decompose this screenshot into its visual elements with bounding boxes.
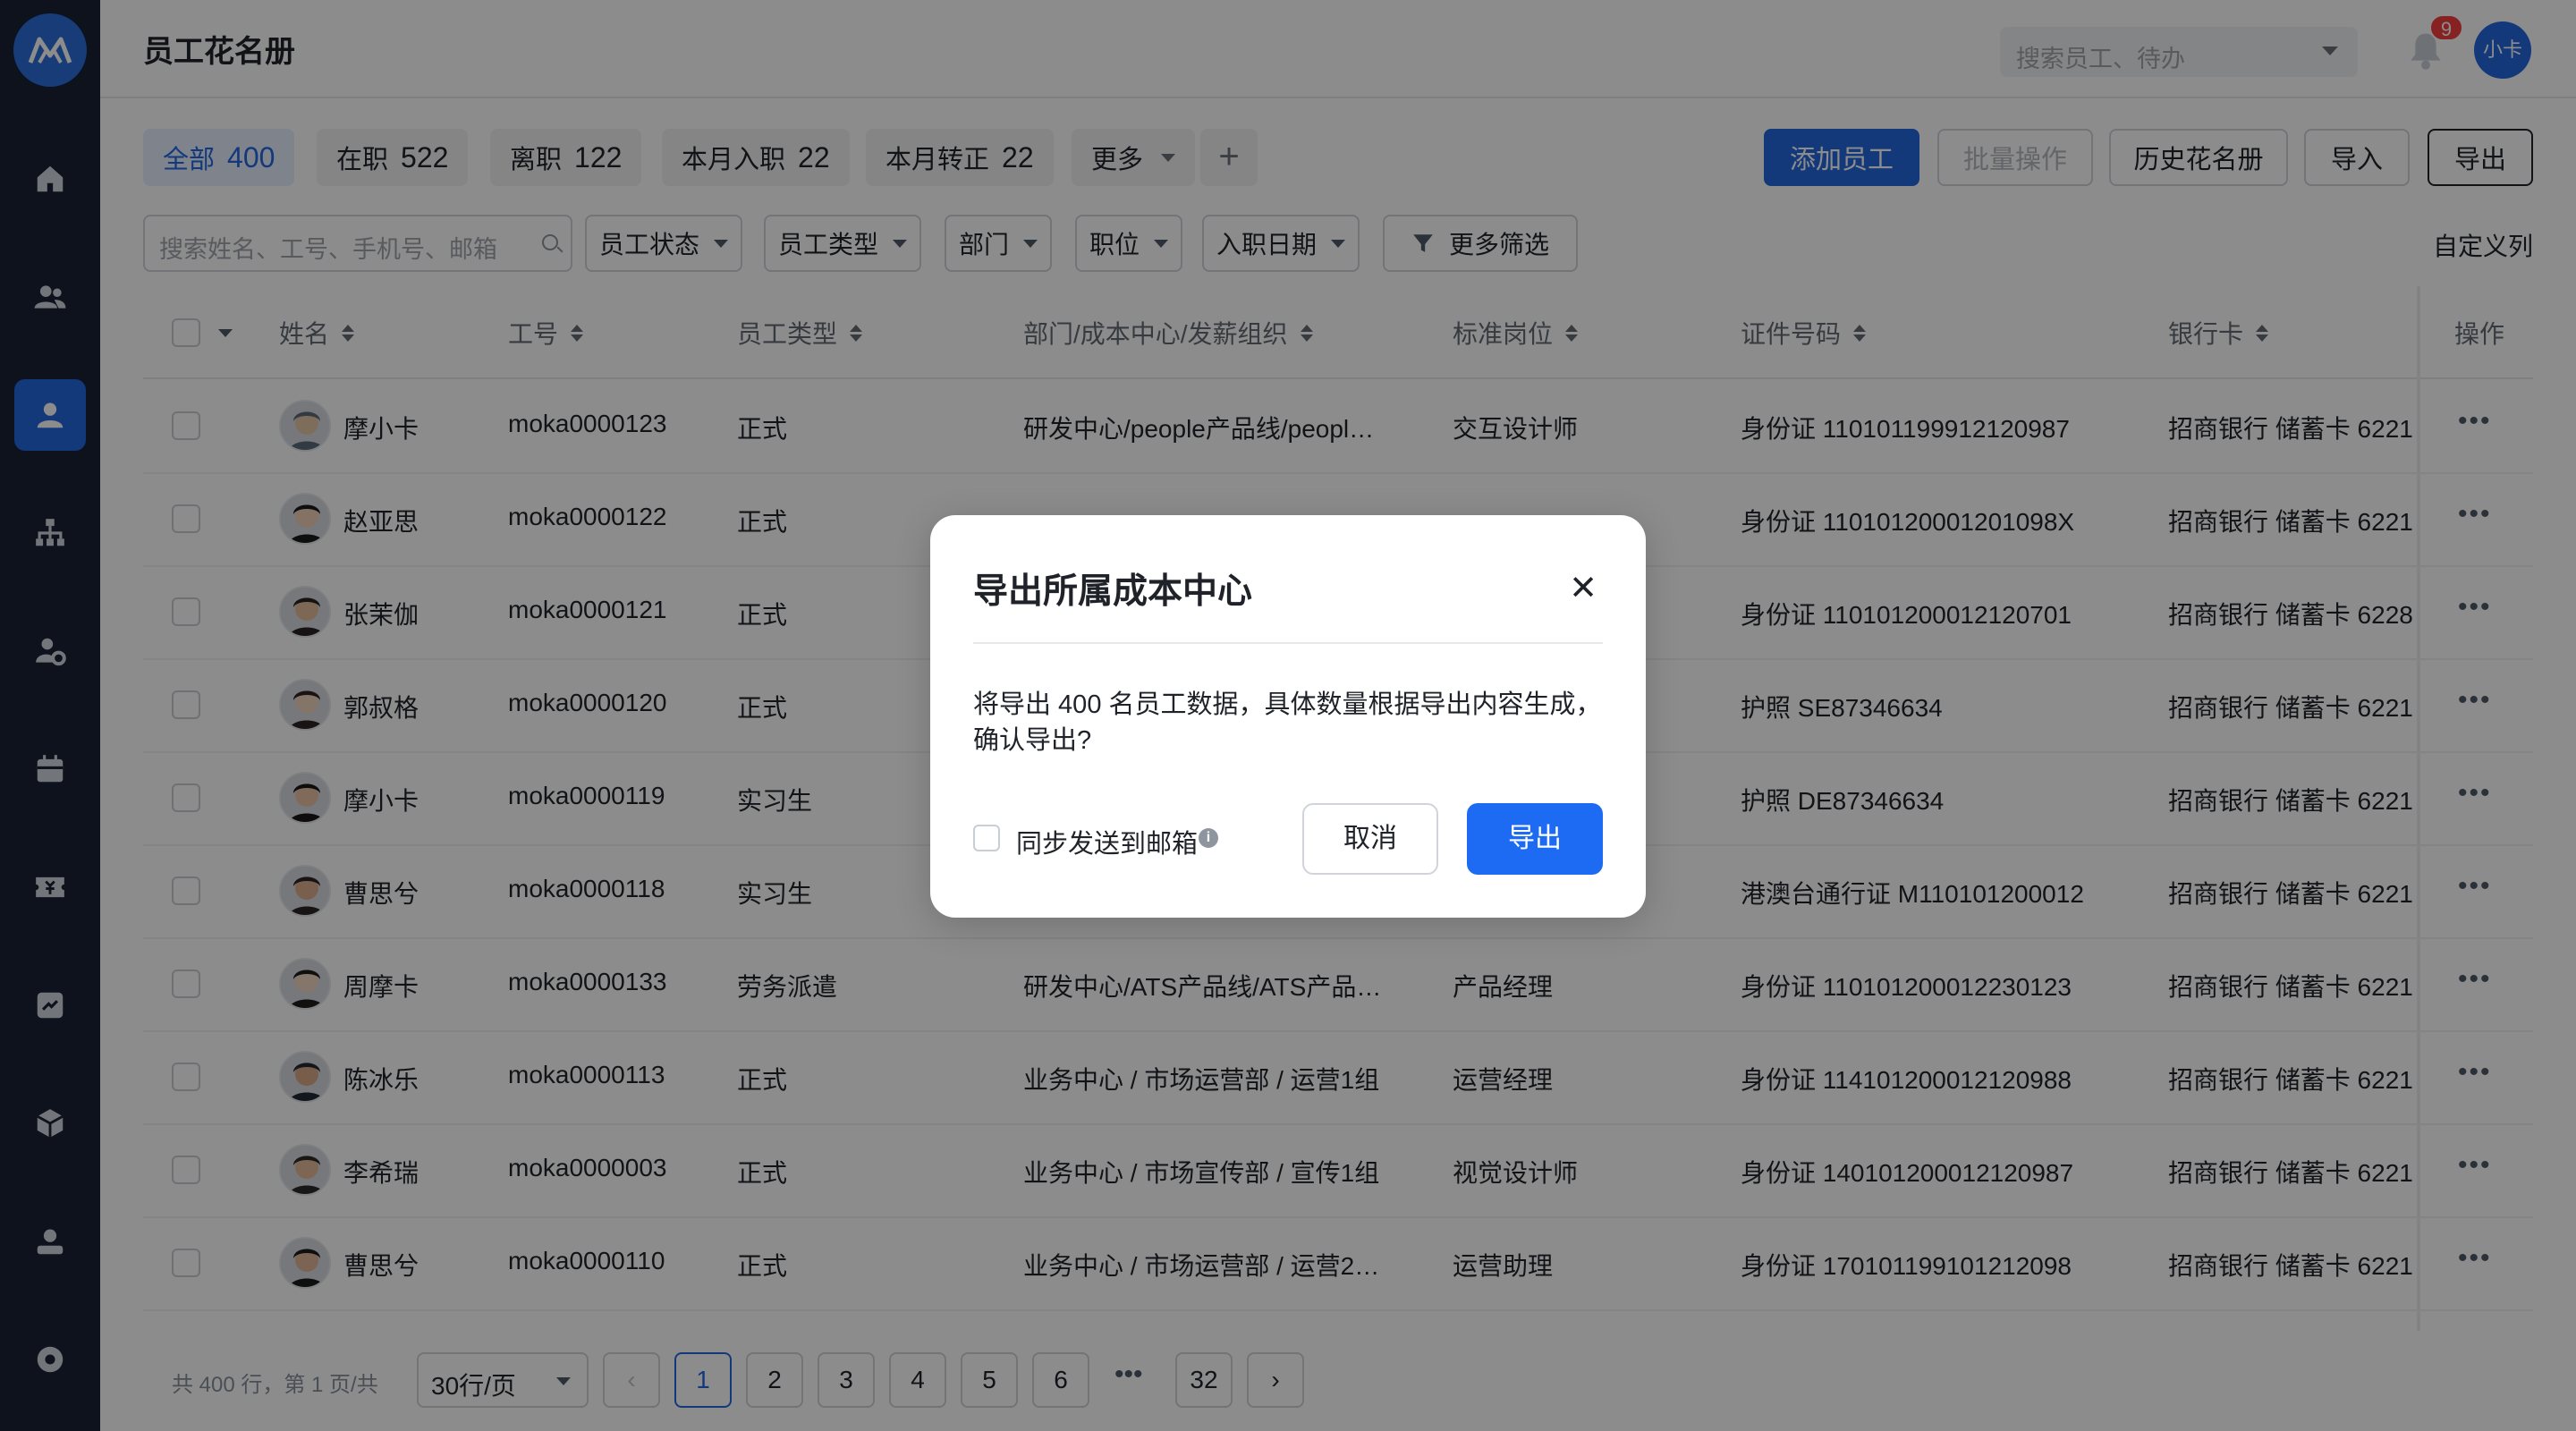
confirm-export-button[interactable]: 导出 (1467, 803, 1603, 875)
close-icon[interactable]: ✕ (1560, 565, 1606, 612)
send-to-email-label[interactable]: 同步发送到邮箱 (1016, 823, 1198, 860)
send-to-email-checkbox[interactable] (973, 825, 1000, 851)
dialog-divider (973, 642, 1603, 644)
dialog-message: 将导出 400 名员工数据，具体数量根据导出内容生成，确认导出? (973, 690, 1602, 755)
export-dialog: 导出所属成本中心 ✕ 将导出 400 名员工数据，具体数量根据导出内容生成，确认… (930, 515, 1646, 918)
cancel-button[interactable]: 取消 (1302, 803, 1438, 875)
info-icon[interactable]: i (1199, 828, 1218, 848)
dialog-title: 导出所属成本中心 (973, 572, 1253, 611)
